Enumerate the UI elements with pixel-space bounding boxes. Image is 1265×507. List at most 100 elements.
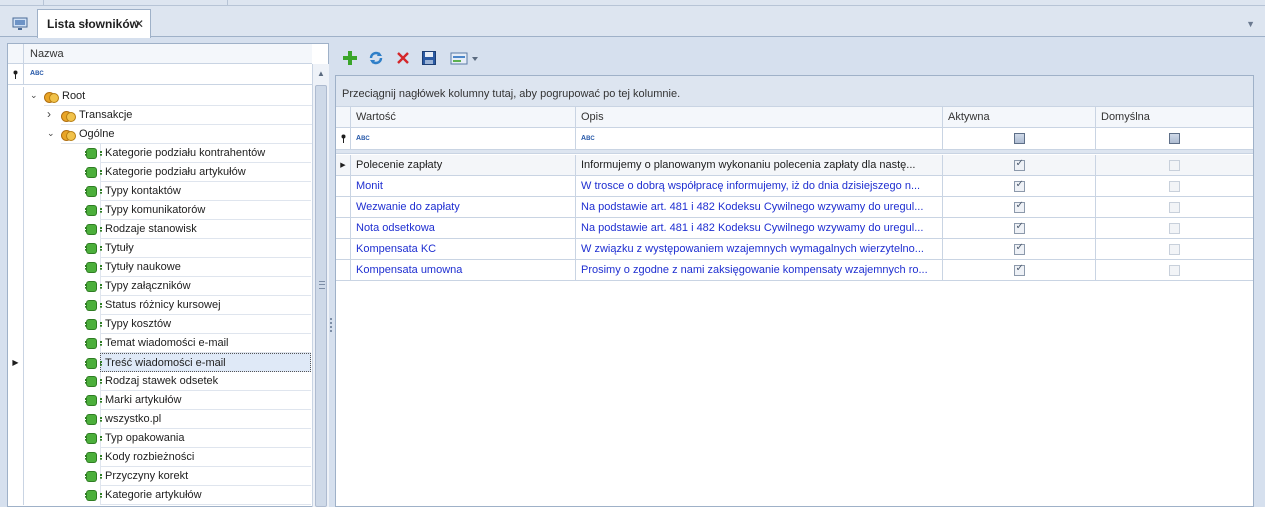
tree-cell[interactable]: Kategorie podziału kontrahentów: [85, 144, 311, 163]
close-icon[interactable]: ✕: [134, 17, 144, 31]
tree-cell[interactable]: Przyczyny korekt: [85, 467, 311, 486]
active-checkbox[interactable]: [1013, 242, 1025, 255]
table-row[interactable]: Nota odsetkowa Na podstawie art. 481 i 48…: [336, 218, 1253, 239]
tree-row[interactable]: Typy kosztów: [8, 315, 312, 334]
tree-cell[interactable]: Tytuły: [85, 239, 311, 258]
cell-opis[interactable]: Na podstawie art. 481 i 482 Kodeksu Cywi…: [576, 218, 943, 238]
tree-row[interactable]: Temat wiadomości e-mail: [8, 334, 312, 353]
cell-wartosc[interactable]: Kompensata umowna: [351, 260, 576, 280]
cell-aktywna[interactable]: [943, 155, 1096, 175]
desktop-icon[interactable]: [5, 11, 35, 37]
plus-icon[interactable]: [341, 49, 359, 67]
tree-cell[interactable]: Typ opakowania: [85, 429, 311, 448]
filter-aktywna[interactable]: [943, 128, 1096, 149]
tree-cell[interactable]: Tytuły naukowe: [85, 258, 311, 277]
chevron-down-icon[interactable]: ▼: [1246, 19, 1255, 29]
column-header-opis[interactable]: Opis: [576, 107, 943, 127]
tree-row[interactable]: Kategorie artykułów: [8, 486, 312, 505]
tree-row[interactable]: Status różnicy kursowej: [8, 296, 312, 315]
tree-cell[interactable]: Root: [44, 87, 312, 106]
export-icon[interactable]: [448, 49, 482, 67]
filter-wartosc[interactable]: ABC: [351, 128, 576, 149]
tree-cell[interactable]: wszystko.pl: [85, 410, 311, 429]
scroll-up-icon[interactable]: ▲: [317, 69, 325, 78]
cell-aktywna[interactable]: [943, 239, 1096, 259]
tree-cell[interactable]: Transakcje: [61, 106, 312, 125]
cell-domyslna[interactable]: [1096, 218, 1253, 238]
collapse-chevron-icon[interactable]: ⌄: [47, 128, 55, 139]
cell-opis[interactable]: Prosimy o zgodne z nami zaksięgowanie ko…: [576, 260, 943, 280]
tree-cell[interactable]: Temat wiadomości e-mail: [85, 334, 311, 353]
tree-cell[interactable]: Kody rozbieżności: [85, 448, 311, 467]
tree-cell[interactable]: Typy kosztów: [85, 315, 311, 334]
tree-cell[interactable]: Typy kontaktów: [85, 182, 311, 201]
tree-row[interactable]: Rodzaj stawek odsetek: [8, 372, 312, 391]
cell-opis[interactable]: Na podstawie art. 481 i 482 Kodeksu Cywi…: [576, 197, 943, 217]
tree-row[interactable]: Przyczyny korekt: [8, 467, 312, 486]
tree-cell[interactable]: Rodzaj stawek odsetek: [85, 372, 311, 391]
table-row[interactable]: Kompensata KC W związku z występowaniem w…: [336, 239, 1253, 260]
active-checkbox[interactable]: [1013, 263, 1025, 276]
save-icon[interactable]: [420, 49, 438, 67]
filter-domyslna[interactable]: [1096, 128, 1253, 149]
tree-cell[interactable]: Marki artykułów: [85, 391, 311, 410]
cell-wartosc[interactable]: Kompensata KC: [351, 239, 576, 259]
tree-cell[interactable]: Typy załączników: [85, 277, 311, 296]
tree-row[interactable]: ⌄ Root: [8, 87, 312, 106]
tree-row[interactable]: Kategorie podziału artykułów: [8, 163, 312, 182]
tree-row[interactable]: Kategorie podziału kontrahentów: [8, 144, 312, 163]
cell-opis[interactable]: Informujemy o planowanym wykonaniu polec…: [576, 155, 943, 175]
tree-row[interactable]: Typy kontaktów: [8, 182, 312, 201]
default-checkbox[interactable]: [1169, 243, 1180, 255]
cell-wartosc[interactable]: Wezwanie do zapłaty: [351, 197, 576, 217]
tree-cell[interactable]: Status różnicy kursowej: [85, 296, 311, 315]
tree-row[interactable]: Typy komunikatorów: [8, 201, 312, 220]
filter-checkbox[interactable]: [1169, 133, 1180, 144]
cell-opis[interactable]: W związku z występowaniem wzajemnych wym…: [576, 239, 943, 259]
filter-checkbox[interactable]: [1013, 133, 1025, 144]
cell-aktywna[interactable]: [943, 218, 1096, 238]
tree-scrollbar[interactable]: ▲: [312, 64, 329, 507]
cell-wartosc[interactable]: Nota odsetkowa: [351, 218, 576, 238]
tree-cell[interactable]: Typy komunikatorów: [85, 201, 311, 220]
tab-lista-slownikow[interactable]: Lista słowników ✕: [37, 9, 151, 38]
tree-cell[interactable]: Kategorie podziału artykułów: [85, 163, 311, 182]
active-checkbox[interactable]: [1013, 200, 1025, 213]
active-checkbox[interactable]: [1013, 179, 1025, 192]
tree-row[interactable]: ⌄ Ogólne: [8, 125, 312, 144]
tree-row[interactable]: ▶ Treść wiadomości e-mail: [8, 353, 312, 372]
tree-row[interactable]: Tytuły naukowe: [8, 258, 312, 277]
tree-cell[interactable]: Rodzaje stanowisk: [85, 220, 311, 239]
cell-opis[interactable]: W trosce o dobrą współpracę informujemy,…: [576, 176, 943, 196]
tree-scroll-thumb[interactable]: [315, 85, 327, 507]
cell-domyslna[interactable]: [1096, 176, 1253, 196]
tree-row[interactable]: Kody rozbieżności: [8, 448, 312, 467]
tree-row[interactable]: › Transakcje: [8, 106, 312, 125]
cell-domyslna[interactable]: [1096, 260, 1253, 280]
column-header-aktywna[interactable]: Aktywna: [943, 107, 1096, 127]
delete-icon[interactable]: [394, 49, 412, 67]
table-row[interactable]: ▶ Polecenie zapłaty Informujemy o planowan…: [336, 155, 1253, 176]
tree-row[interactable]: Typ opakowania: [8, 429, 312, 448]
default-checkbox[interactable]: [1169, 159, 1180, 171]
default-checkbox[interactable]: [1169, 264, 1180, 276]
table-row[interactable]: Wezwanie do zapłaty Na podstawie art. 481…: [336, 197, 1253, 218]
default-checkbox[interactable]: [1169, 180, 1180, 192]
collapse-chevron-icon[interactable]: ⌄: [30, 90, 38, 101]
group-by-panel[interactable]: Przeciągnij nagłówek kolumny tutaj, aby …: [336, 76, 1253, 107]
tree-cell[interactable]: Ogólne: [61, 125, 312, 144]
tree-row[interactable]: Typy załączników: [8, 277, 312, 296]
table-row[interactable]: Kompensata umowna Prosimy o zgodne z nami…: [336, 260, 1253, 281]
column-header-domyslna[interactable]: Domyślna: [1096, 107, 1253, 127]
tree-filter-row[interactable]: ABC: [8, 64, 312, 85]
cell-aktywna[interactable]: [943, 176, 1096, 196]
tree-cell[interactable]: Treść wiadomości e-mail: [85, 353, 311, 372]
tree-row[interactable]: Rodzaje stanowisk: [8, 220, 312, 239]
table-row[interactable]: Monit W trosce o dobrą współpracę informu…: [336, 176, 1253, 197]
cell-domyslna[interactable]: [1096, 239, 1253, 259]
tree-row[interactable]: wszystko.pl: [8, 410, 312, 429]
tree-row[interactable]: Marki artykułów: [8, 391, 312, 410]
column-header-wartosc[interactable]: Wartość: [351, 107, 576, 127]
default-checkbox[interactable]: [1169, 201, 1180, 213]
cell-wartosc[interactable]: Monit: [351, 176, 576, 196]
